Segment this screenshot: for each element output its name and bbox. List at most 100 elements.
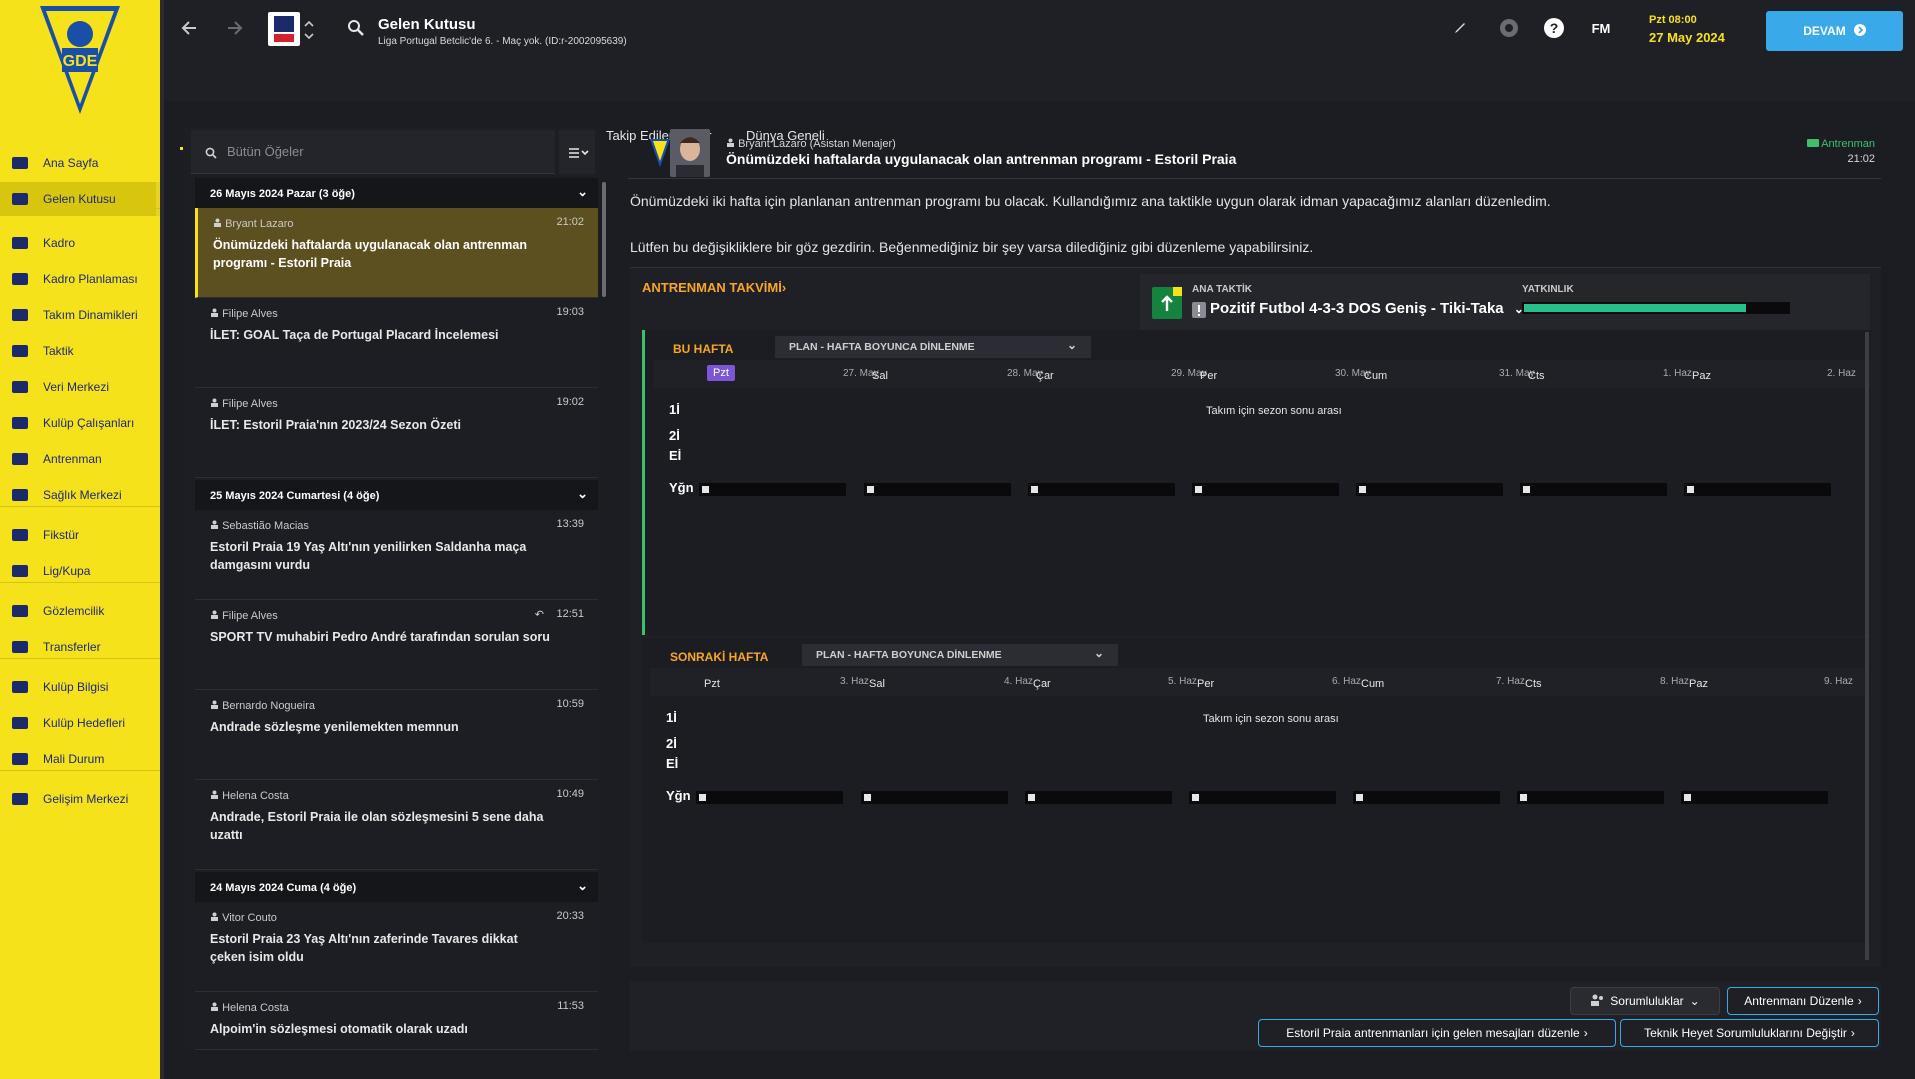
tactic-icon: [1152, 287, 1182, 319]
day-name: Sal: [869, 678, 885, 690]
league-logo-icon[interactable]: [268, 12, 300, 46]
message-item[interactable]: Helena Costa 10:49 Andrade, Estoril Praia …: [195, 780, 598, 870]
sidebar-item-5[interactable]: Takım Dinamikleri: [0, 298, 160, 332]
sidebar-item-label: Fikstür: [43, 528, 79, 542]
plan-selector[interactable]: PLAN - HAFTA BOYUNCA DİNLENME ⌄: [802, 644, 1118, 666]
message-sender: Sebastião Macias: [210, 520, 309, 532]
intensity-bar[interactable]: [699, 483, 846, 496]
message-item[interactable]: Filipe Alves ↶ 12:51 SPORT TV muhabiri Pedr…: [195, 600, 598, 690]
edit-messages-button[interactable]: Estoril Praia antrenmanları için gelen m…: [1258, 1019, 1616, 1047]
sidebar-item-8[interactable]: Kulüp Çalışanları: [0, 406, 160, 440]
date-group-header[interactable]: 24 Mayıs 2024 Cuma (4 öğe) ⌄: [195, 872, 598, 902]
message-item[interactable]: Bernardo Nogueira 10:59 Andrade sözleşme y…: [195, 690, 598, 780]
search-box[interactable]: Bütün Öğeler: [191, 130, 555, 174]
sidebar-item-13[interactable]: Gözlemcilik: [0, 594, 160, 628]
day-name: Paz: [1692, 370, 1711, 382]
message-item[interactable]: Sebastião Macias 13:39 Estoril Praia 19 Ya…: [195, 510, 598, 600]
continue-button[interactable]: DEVAM: [1766, 11, 1903, 51]
list-scrollbar[interactable]: [602, 182, 606, 297]
intensity-bar[interactable]: [1520, 483, 1667, 496]
forward-arrow-icon[interactable]: [220, 14, 248, 42]
chevron-down-icon: ⌄: [1093, 646, 1104, 660]
svg-text:?: ?: [1550, 20, 1559, 36]
sidebar-item-15[interactable]: Kulüp Bilgisi: [0, 670, 160, 704]
action-bar: Sorumluluklar ⌄ Antrenmanı Düzenle › Esto…: [630, 981, 1881, 1051]
sidebar-item-9[interactable]: Antrenman: [0, 442, 160, 476]
sidebar-item-3[interactable]: Kadro: [0, 226, 160, 260]
training-schedule-link[interactable]: ANTRENMAN TAKVİMİ›: [642, 280, 786, 295]
intensity-bar[interactable]: [1681, 791, 1828, 804]
sidebar-item-18[interactable]: Gelişim Merkezi: [0, 782, 160, 816]
date-group-header[interactable]: 25 Mayıs 2024 Cumartesi (4 öğe) ⌄: [195, 480, 598, 510]
transfer-icon: [10, 637, 30, 657]
page-title: Gelen Kutusu: [378, 16, 476, 33]
sidebar-item-11[interactable]: Fikstür: [0, 518, 160, 552]
continue-arrow-icon: [1853, 23, 1866, 39]
schedule-scrollbar[interactable]: [1865, 332, 1869, 960]
search-icon: [205, 146, 217, 164]
date-group-header[interactable]: 26 Mayıs 2024 Pazar (3 öğe) ⌄: [195, 178, 598, 208]
intensity-bar[interactable]: [1356, 483, 1503, 496]
sidebar-item-label: Kulüp Çalışanları: [43, 416, 135, 430]
sidebar-item-2[interactable]: Gelen Kutusu: [0, 182, 160, 216]
day-date: 4. Haz: [1004, 676, 1033, 687]
briefcase-icon: [10, 713, 30, 733]
message-subject: Estoril Praia 19 Yaş Altı'nın yenilirken…: [210, 540, 527, 572]
search-icon[interactable]: [342, 14, 370, 42]
edit-training-button[interactable]: Antrenmanı Düzenle ›: [1727, 987, 1879, 1015]
sender-avatar[interactable]: [670, 129, 710, 177]
intensity-bar[interactable]: [864, 483, 1011, 496]
back-arrow-icon[interactable]: [176, 14, 204, 42]
message-item[interactable]: Bryant Lazaro 21:02 Önümüzdeki haftalarda …: [195, 208, 598, 298]
fm-menu-button[interactable]: FM: [1584, 14, 1618, 42]
tactic-box: ANA TAKTİK Pozitif Futbol 4-3-3 DOS Geni…: [1140, 274, 1870, 330]
chevron-right-icon: ›: [1583, 1026, 1588, 1040]
message-item[interactable]: Vitor Couto 20:33 Estoril Praia 23 Yaş Alt…: [195, 902, 598, 992]
sidebar-item-label: Gelen Kutusu: [43, 192, 116, 206]
intensity-bar[interactable]: [1028, 483, 1175, 496]
sender-name[interactable]: Bryant Lazaro: [738, 138, 806, 150]
sidebar-item-6[interactable]: Taktik: [0, 334, 160, 368]
help-icon[interactable]: ?: [1540, 14, 1568, 42]
sidebar-divider: [0, 208, 160, 209]
intensity-bar[interactable]: [696, 791, 843, 804]
tactic-selector[interactable]: Pozitif Futbol 4-3-3 DOS Geniş - Tiki-Ta…: [1210, 300, 1524, 317]
sidebar-item-16[interactable]: Kulüp Hedefleri: [0, 706, 160, 740]
edit-pencil-icon[interactable]: [1446, 14, 1474, 42]
message-item[interactable]: Helena Costa 11:53 Alpoim'in sözleşmesi ot…: [195, 992, 598, 1050]
sidebar-item-label: Takım Dinamikleri: [43, 308, 138, 322]
intensity-bar[interactable]: [1025, 791, 1172, 804]
message-sender: Filipe Alves: [210, 308, 278, 320]
day-name: Pzt: [707, 365, 735, 381]
intensity-bar[interactable]: [1353, 791, 1500, 804]
intensity-bar[interactable]: [861, 791, 1008, 804]
network-globe-icon[interactable]: [1495, 14, 1523, 42]
message-time: 10:59: [556, 698, 584, 710]
sidebar-item-label: Transferler: [43, 640, 101, 654]
plan-selector[interactable]: PLAN - HAFTA BOYUNCA DİNLENME ⌄: [775, 336, 1091, 358]
intensity-bar[interactable]: [1189, 791, 1336, 804]
session-slot-label: Yğn: [669, 480, 694, 495]
club-crest-logo[interactable]: GDE: [38, 4, 122, 116]
message-item[interactable]: Filipe Alves 19:02 İLET: Estoril Praia'nın…: [195, 388, 598, 478]
sidebar-item-label: Antrenman: [43, 452, 102, 466]
edit-messages-label: Estoril Praia antrenmanları için gelen m…: [1286, 1026, 1580, 1040]
message-time: 13:39: [556, 518, 584, 530]
sidebar-item-7[interactable]: Veri Merkezi: [0, 370, 160, 404]
change-staff-responsibilities-button[interactable]: Teknik Heyet Sorumluluklarını Değiştir ›: [1620, 1019, 1879, 1047]
person-icon: [210, 912, 219, 924]
responsibilities-button[interactable]: Sorumluluklar ⌄: [1570, 987, 1720, 1015]
intensity-bar[interactable]: [1517, 791, 1664, 804]
intensity-bar[interactable]: [1192, 483, 1339, 496]
intensity-bar[interactable]: [1684, 483, 1831, 496]
filter-menu-button[interactable]: [559, 130, 595, 174]
message-item[interactable]: Filipe Alves 19:03 İLET: GOAL Taça de Port…: [195, 298, 598, 388]
updown-chevron-icon[interactable]: [302, 16, 316, 44]
message-paragraph-2: Lütfen bu değişikliklere bir göz gezdiri…: [630, 239, 1314, 255]
game-date[interactable]: Pzt 08:00 27 May 2024: [1649, 14, 1725, 45]
session-slot-label: 2İ: [666, 736, 677, 751]
sidebar-item-1[interactable]: Ana Sayfa: [0, 146, 160, 180]
person-icon: [210, 1002, 219, 1014]
club-crest-small-icon: [650, 139, 672, 169]
sidebar-item-4[interactable]: Kadro Planlaması: [0, 262, 160, 296]
